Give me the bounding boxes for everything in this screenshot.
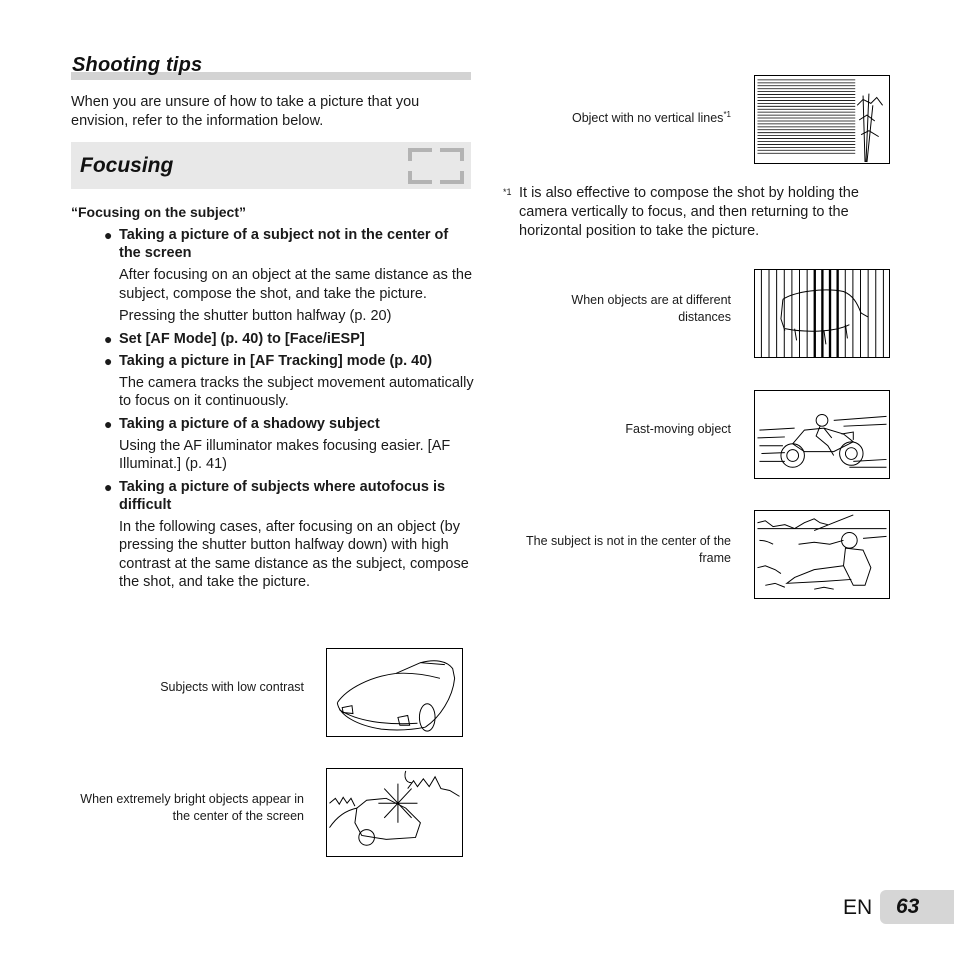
blinds-illustration	[754, 75, 890, 164]
focusing-header: Focusing	[71, 142, 471, 189]
caption-no-vertical-lines: Object with no vertical lines*1	[520, 106, 731, 127]
motorcycle-drawing	[757, 413, 887, 468]
page-number-tab: 63	[880, 890, 954, 924]
car-drawing	[336, 660, 456, 732]
motorcycle-illustration	[754, 390, 890, 479]
bright-car-drawing	[329, 770, 460, 846]
tip-item: ● Taking a picture of a shadowy subject …	[104, 415, 474, 474]
tip-body: Using the AF illuminator makes focusing …	[119, 437, 474, 474]
tip-heading: Taking a picture of a subject not in the…	[119, 227, 449, 261]
af-frame-icon	[408, 148, 464, 184]
bullet-icon: ●	[104, 352, 113, 369]
bright-light-illustration	[326, 768, 463, 857]
bullet-icon: ●	[104, 478, 113, 495]
tip-heading: Taking a picture in [AF Tracking] mode (…	[119, 352, 433, 369]
caption-not-centered: The subject is not in the center of the …	[526, 534, 731, 565]
tip-heading: Taking a picture of a shadowy subject	[119, 415, 380, 432]
caption-text: Object with no vertical lines	[571, 111, 724, 126]
tip-heading: Taking a picture of subjects where autof…	[119, 478, 446, 513]
caption-different-distances: When objects are at different distances	[571, 293, 731, 324]
tip-text: Using the AF illuminator makes focusing …	[119, 437, 451, 473]
bullet-icon: ●	[104, 227, 113, 243]
caption-low-contrast: Subjects with low contrast	[160, 680, 304, 694]
footnote-text: It is also effective to compose the shot…	[519, 185, 859, 239]
caption-bright-center: When extremely bright objects appear in …	[80, 792, 304, 823]
page-number: 63	[896, 895, 920, 918]
tip-item: ● Taking a picture of a subject not in t…	[104, 226, 474, 326]
car-illustration	[326, 648, 463, 737]
tip-body: In the following cases, after focusing o…	[119, 518, 474, 592]
tip-text: After focusing on an object at the same …	[119, 267, 473, 302]
bullet-icon: ●	[104, 415, 113, 432]
bullet-icon: ●	[104, 330, 113, 347]
tip-body: After focusing on an object at the same …	[119, 266, 474, 326]
section-title-text: Shooting tips	[72, 54, 203, 76]
blinds-drawing	[757, 79, 883, 163]
tip-heading: Set [AF Mode] (p. 40) to [Face/iESP]	[119, 330, 365, 347]
off-center-subject-illustration	[754, 510, 890, 599]
tips-list: ● Taking a picture of a subject not in t…	[104, 226, 474, 596]
footnote-ref: *1	[723, 110, 731, 119]
page-language: EN	[843, 896, 873, 919]
tip-body: The camera tracks the subject movement a…	[119, 374, 474, 411]
tip-text: Pressing the shutter button halfway (p. …	[119, 308, 392, 324]
section-title: Shooting tips	[71, 54, 471, 80]
footnote-mark: *1	[503, 187, 512, 197]
focusing-subheading: “Focusing on the subject”	[71, 204, 247, 220]
seated-person-drawing	[757, 514, 887, 590]
caption-fast-moving: Fast-moving object	[625, 422, 731, 436]
tiger-cage-drawing	[760, 270, 884, 357]
cage-illustration	[754, 269, 890, 358]
focusing-title: Focusing	[80, 154, 174, 177]
tip-item: ● Taking a picture in [AF Tracking] mode…	[104, 352, 474, 411]
footnote: *1 It is also effective to compose the s…	[503, 184, 893, 241]
tip-item: ● Set [AF Mode] (p. 40) to [Face/iESP]	[104, 330, 474, 348]
tip-text: In the following cases, after focusing o…	[119, 518, 469, 591]
tip-item: ● Taking a picture of subjects where aut…	[104, 478, 474, 592]
intro-paragraph: When you are unsure of how to take a pic…	[71, 94, 420, 129]
tip-text: The camera tracks the subject movement a…	[119, 374, 474, 410]
